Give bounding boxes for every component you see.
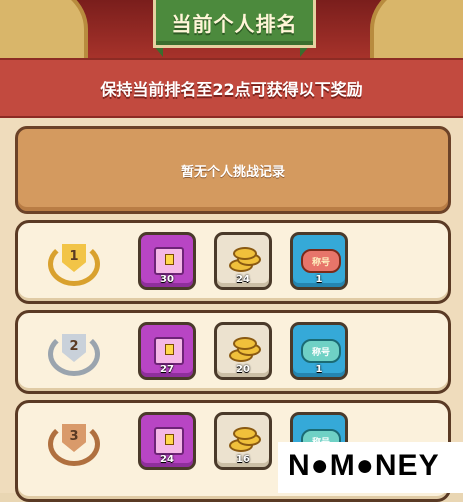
reward-info-text: 保持当前排名至22点可获得以下奖励 [100,80,363,99]
reward-info-bar: 保持当前排名至22点可获得以下奖励 [0,58,463,120]
reward-title[interactable]: 称号 1 [290,232,348,290]
silver-medal-icon: 2 [48,328,100,380]
reward-qty: 16 [236,454,250,465]
reward-chest[interactable]: 30 [138,232,196,290]
rank-card-2: 2 27 20 称号 1 [15,310,451,394]
reward-qty: 24 [236,274,250,285]
reward-coins[interactable]: 24 [214,232,272,290]
page-title: 当前个人排名 [171,12,298,36]
watermark-logo: N●M●NEY [278,442,463,493]
arch-decoration [0,0,88,60]
chest-icon [154,337,184,365]
coins-icon [229,335,261,363]
reward-coins[interactable]: 20 [214,322,272,380]
chest-icon [154,247,184,275]
coins-icon [229,425,261,453]
reward-qty: 1 [315,274,323,285]
no-record-text: 暂无个人挑战记录 [180,164,285,180]
reward-qty: 24 [160,454,174,465]
chest-icon [154,427,184,455]
no-record-panel: 暂无个人挑战记录 [15,126,451,214]
gold-medal-icon: 1 [48,238,100,290]
rank-number: 1 [69,248,79,264]
reward-coins[interactable]: 16 [214,412,272,470]
rank-number: 2 [69,338,79,354]
coins-icon [229,245,261,273]
title-badge-icon: 称号 [301,249,341,273]
reward-qty: 20 [236,364,250,375]
page-title-banner: 当前个人排名 [153,0,316,48]
reward-qty: 27 [160,364,174,375]
reward-qty: 30 [160,274,174,285]
rank-card-1: 1 30 24 称号 1 [15,220,451,304]
reward-title[interactable]: 称号 1 [290,322,348,380]
watermark-text: N●M●NEY [288,449,440,482]
bronze-medal-icon: 3 [48,418,100,470]
title-badge-icon: 称号 [301,339,341,363]
rank-number: 3 [69,428,79,444]
reward-chest[interactable]: 24 [138,412,196,470]
reward-qty: 1 [315,364,323,375]
reward-chest[interactable]: 27 [138,322,196,380]
arch-decoration [370,0,463,60]
